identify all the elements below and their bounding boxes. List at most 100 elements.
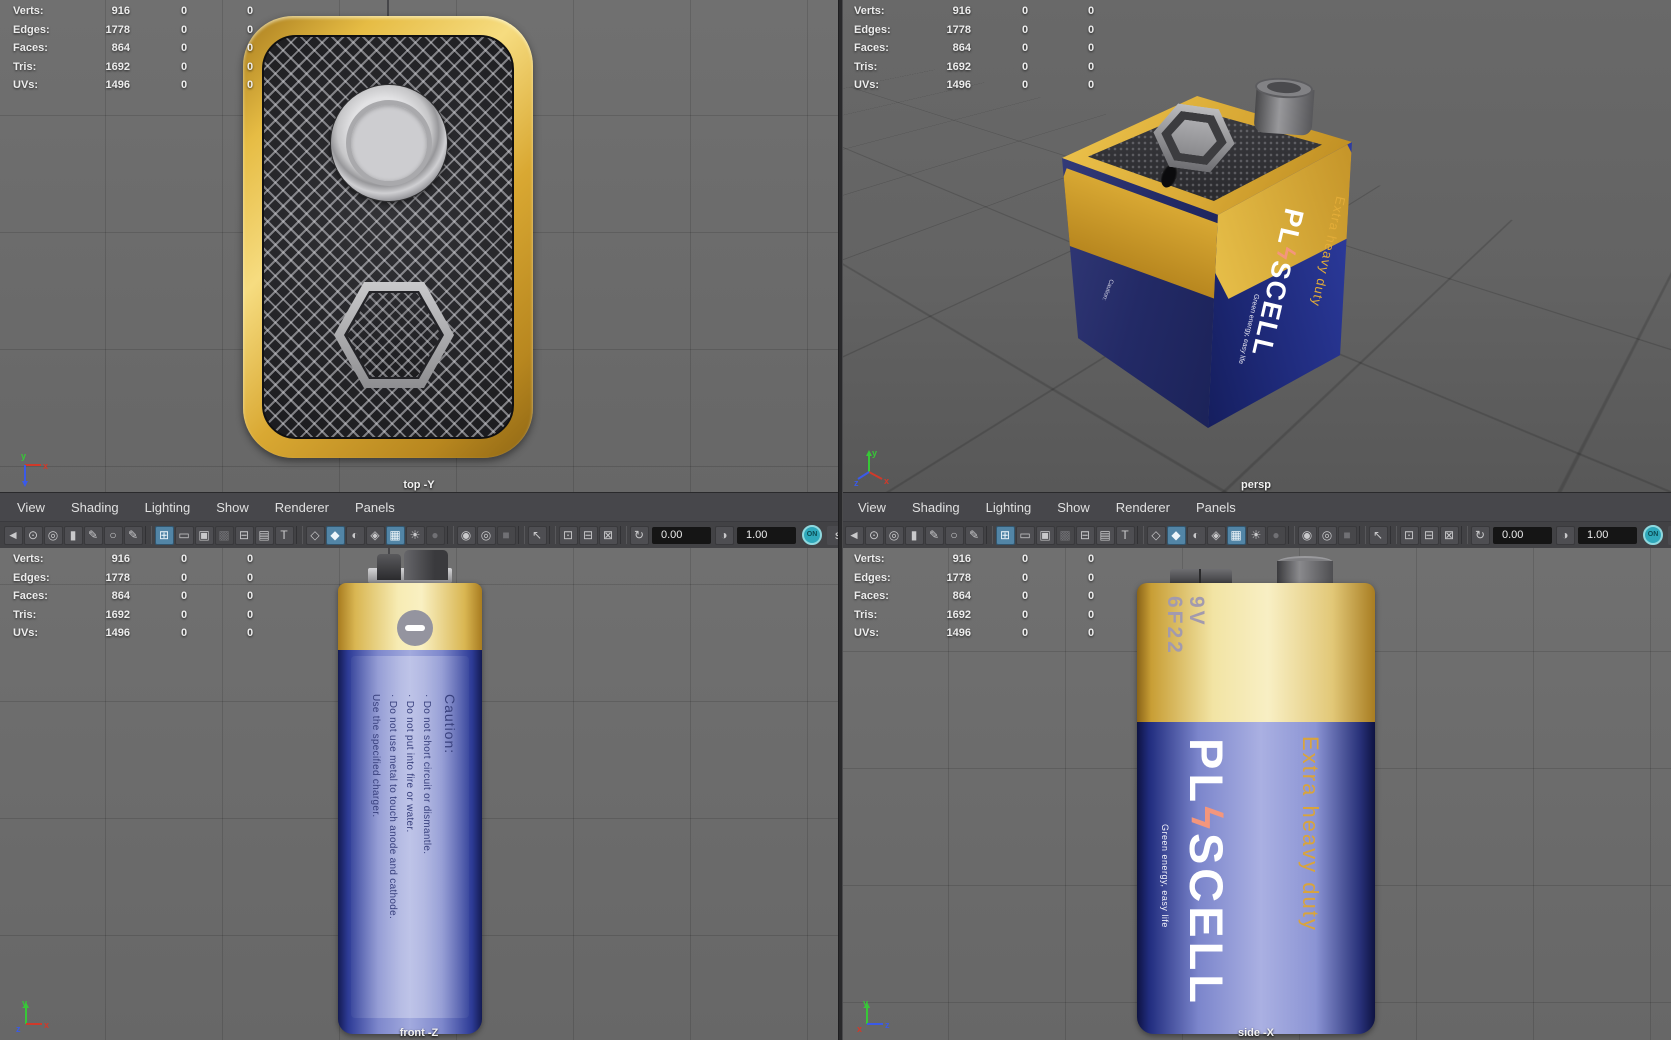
material-cube-icon[interactable]: ◈	[1206, 525, 1226, 545]
hud-row: Faces: 864 0 0	[841, 42, 1121, 61]
menu-shading[interactable]: Shading	[899, 500, 973, 515]
ambient-occlusion-icon[interactable]: ◉	[1297, 525, 1317, 545]
snapshot-copy-icon[interactable]: ⊡	[558, 525, 578, 545]
lights-icon[interactable]: ☀	[405, 525, 425, 545]
camera-attributes-icon[interactable]: ◎	[43, 525, 63, 545]
camera-attributes-icon[interactable]: ◎	[884, 525, 904, 545]
image-plane-icon[interactable]: ✎	[924, 525, 944, 545]
snapshot-paste-icon[interactable]: ⊟	[1419, 525, 1439, 545]
viewport-top[interactable]: Verts: 916 0 0 Edges: 1778 0 0 Faces: 86…	[0, 0, 838, 492]
wireframe-on-shaded-icon[interactable]: ▦	[385, 525, 405, 545]
hud-stat-value: 916	[952, 553, 971, 565]
color-management-toggle[interactable]: ON	[802, 525, 822, 545]
shadows-icon[interactable]: ●	[425, 525, 445, 545]
menu-show[interactable]: Show	[1044, 500, 1103, 515]
menu-panels[interactable]: Panels	[1183, 500, 1249, 515]
shadows-icon[interactable]: ●	[1266, 525, 1286, 545]
motion-blur-icon[interactable]: ◎	[1317, 525, 1337, 545]
menu-lighting[interactable]: Lighting	[973, 500, 1045, 515]
grid-icon[interactable]: ⊞	[154, 525, 174, 545]
menu-panels[interactable]: Panels	[342, 500, 408, 515]
field-chart-icon[interactable]: ⊟	[1075, 525, 1095, 545]
wireframe-cube-icon[interactable]: ◇	[1146, 525, 1166, 545]
safe-action-icon[interactable]: ▤	[254, 525, 274, 545]
image-plane-icon[interactable]: ✎	[83, 525, 103, 545]
film-gate-icon[interactable]: ▭	[1015, 525, 1035, 545]
gate-mask-icon[interactable]: ▩	[1055, 525, 1075, 545]
renderer-preview-icon[interactable]: ■	[496, 525, 516, 545]
menu-shading[interactable]: Shading	[58, 500, 132, 515]
material-cube-icon[interactable]: ◈	[365, 525, 385, 545]
snapshot-wipe-icon[interactable]: ⊠	[1439, 525, 1459, 545]
grid-icon[interactable]: ⊞	[995, 525, 1015, 545]
snapshot-paste-icon[interactable]: ⊟	[578, 525, 598, 545]
toolbar-separator	[986, 526, 993, 544]
gamma-input[interactable]: 1.00	[1578, 526, 1637, 544]
shaded-cube-icon[interactable]: ◆	[325, 525, 345, 545]
resolution-gate-icon[interactable]: ▣	[194, 525, 214, 545]
exposure-refresh-icon[interactable]: ↻	[629, 525, 649, 545]
hud-stat-label: UVs:	[854, 627, 880, 640]
exposure-refresh-icon[interactable]: ↻	[1470, 525, 1490, 545]
grease-pencil-icon[interactable]: ✎	[964, 525, 984, 545]
battery-top-view	[243, 16, 533, 458]
camera-lock-icon[interactable]: ⊙	[864, 525, 884, 545]
safe-action-icon[interactable]: ▤	[1095, 525, 1115, 545]
isolate-select-icon[interactable]: ↖	[527, 525, 547, 545]
bookmark-icon[interactable]: ▮	[63, 525, 83, 545]
snapshot-wipe-icon[interactable]: ⊠	[598, 525, 618, 545]
gamma-input[interactable]: 1.00	[737, 526, 796, 544]
gamma-contrast-icon[interactable]: ◑	[1555, 525, 1575, 545]
wireframe-on-shaded-icon[interactable]: ▦	[1226, 525, 1246, 545]
panel-chrome-right: View Shading Lighting Show Renderer Pane…	[841, 492, 1671, 548]
hud-row: Edges: 1778 0 0	[0, 24, 280, 43]
hud-stat-label: Edges:	[13, 571, 50, 584]
safe-title-icon[interactable]: T	[274, 525, 294, 545]
colorspace-dropdown[interactable]: sRGB gamm	[827, 525, 838, 545]
hud-stat-value: 1692	[946, 60, 971, 73]
textured-sphere-icon[interactable]: ◐	[1186, 525, 1206, 545]
hud-stat-col2: 0	[1088, 42, 1095, 55]
ambient-occlusion-icon[interactable]: ◉	[456, 525, 476, 545]
viewport-persp[interactable]: Caution: 9V6F22 PLϟSCELL Extra heavy dut…	[841, 0, 1671, 492]
motion-blur-icon[interactable]: ◎	[476, 525, 496, 545]
exposure-input[interactable]: 0.00	[652, 526, 711, 544]
pan-zoom-2d-icon[interactable]: ○	[944, 525, 964, 545]
color-management-toggle[interactable]: ON	[1643, 525, 1663, 545]
viewport-side[interactable]: 9V 6F22 PLϟSCELL Extra heavy duty Green e…	[841, 548, 1671, 1040]
menu-lighting[interactable]: Lighting	[132, 500, 204, 515]
menu-view[interactable]: View	[845, 500, 899, 515]
toolbar-separator	[549, 526, 556, 544]
exposure-input[interactable]: 0.00	[1493, 526, 1552, 544]
camera-icon[interactable]: ◄	[844, 525, 864, 545]
hud-stat-col2: 0	[1088, 23, 1095, 36]
hud-stat-value: 1692	[946, 608, 971, 621]
gamma-contrast-icon[interactable]: ◑	[714, 525, 734, 545]
battery-hex-terminal	[377, 554, 401, 580]
shaded-cube-icon[interactable]: ◆	[1166, 525, 1186, 545]
bookmark-icon[interactable]: ▮	[904, 525, 924, 545]
field-chart-icon[interactable]: ⊟	[234, 525, 254, 545]
renderer-preview-icon[interactable]: ■	[1337, 525, 1357, 545]
camera-lock-icon[interactable]: ⊙	[23, 525, 43, 545]
snapshot-copy-icon[interactable]: ⊡	[1399, 525, 1419, 545]
menu-renderer[interactable]: Renderer	[1103, 500, 1183, 515]
lights-icon[interactable]: ☀	[1246, 525, 1266, 545]
menu-view[interactable]: View	[4, 500, 58, 515]
textured-sphere-icon[interactable]: ◐	[345, 525, 365, 545]
pan-zoom-2d-icon[interactable]: ○	[103, 525, 123, 545]
viewport-front[interactable]: Caution: · Do not short circuit or disma…	[0, 548, 838, 1040]
menu-renderer[interactable]: Renderer	[262, 500, 342, 515]
hud-row: UVs: 1496 0 0	[0, 79, 280, 98]
hud-row: Tris: 1692 0 0	[841, 609, 1121, 628]
isolate-select-icon[interactable]: ↖	[1368, 525, 1388, 545]
gate-mask-icon[interactable]: ▩	[214, 525, 234, 545]
menu-show[interactable]: Show	[203, 500, 262, 515]
wireframe-cube-icon[interactable]: ◇	[305, 525, 325, 545]
film-gate-icon[interactable]: ▭	[174, 525, 194, 545]
safe-title-icon[interactable]: T	[1115, 525, 1135, 545]
grease-pencil-icon[interactable]: ✎	[123, 525, 143, 545]
panel-divider[interactable]	[838, 0, 843, 1040]
camera-icon[interactable]: ◄	[3, 525, 23, 545]
resolution-gate-icon[interactable]: ▣	[1035, 525, 1055, 545]
